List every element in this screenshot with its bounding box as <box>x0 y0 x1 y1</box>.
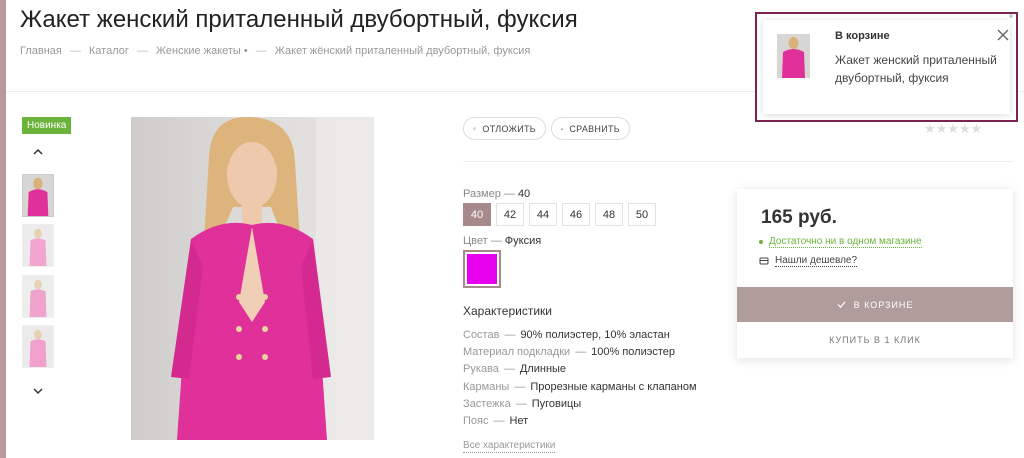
characteristic-name: Состав <box>463 329 500 341</box>
page-title: Жакет женский приталенный двубортный, фу… <box>20 6 578 33</box>
in-cart-button-label: В КОРЗИНЕ <box>853 299 914 310</box>
characteristic-value: 100% полиэстер <box>591 346 676 358</box>
stock-status[interactable]: Достаточно ни в одном магазине <box>759 236 922 248</box>
breadcrumb-item-home[interactable]: Главная <box>20 45 62 57</box>
breadcrumb-item-catalog[interactable]: Каталог <box>89 45 129 57</box>
characteristic-value: Прорезные карманы с клапаном <box>530 381 697 393</box>
bar-chart-icon <box>561 127 564 130</box>
color-swatch-fuchsia[interactable] <box>463 250 501 288</box>
size-option[interactable]: 48 <box>595 203 623 226</box>
found-cheaper-link[interactable]: Нашли дешевле? <box>759 255 858 267</box>
left-accent-stripe <box>0 0 6 458</box>
size-selected-value: 40 <box>517 188 531 200</box>
chevron-down-icon[interactable] <box>30 383 46 399</box>
in-cart-button[interactable]: В КОРЗИНЕ <box>737 287 1013 322</box>
color-label-line: Цвет — Фуксия <box>463 235 541 247</box>
color-label: Цвет <box>463 235 488 247</box>
breadcrumb-separator: — <box>255 45 267 57</box>
characteristic-value: Длинные <box>519 363 567 375</box>
characteristic-value: Нет <box>509 415 529 427</box>
stock-dot-icon <box>759 240 763 244</box>
cart-notification-text: Жакет женский приталенный двубортный, фу… <box>835 53 997 85</box>
characteristic-name: Карманы <box>463 381 510 393</box>
color-dash: — <box>490 235 502 247</box>
size-dash: — <box>503 188 515 200</box>
characteristic-name: Материал подкладки <box>463 346 571 358</box>
characteristic-row: Пояс — Нет <box>463 415 529 427</box>
buy-box: 165 руб. Достаточно ни в одном магазине … <box>737 189 1013 358</box>
compare-button-label: СРАВНИТЬ <box>569 123 620 134</box>
compare-button[interactable]: СРАВНИТЬ <box>551 117 630 140</box>
price-tag-icon <box>759 257 769 265</box>
cart-notification: В корзине Жакет женский приталенный двуб… <box>755 12 1018 122</box>
info-divider <box>463 161 1013 162</box>
characteristic-value: 90% полиэстер, 10% эластан <box>520 329 670 341</box>
size-option[interactable]: 40 <box>463 203 491 226</box>
characteristic-name: Застежка <box>463 398 511 410</box>
size-label-line: Размер — 40 <box>463 188 530 200</box>
stock-status-text: Достаточно ни в одном магазине <box>769 236 922 248</box>
characteristic-row: Материал подкладки —100% полиэстер <box>463 346 676 358</box>
gallery-thumbnail[interactable] <box>22 174 54 217</box>
size-option[interactable]: 42 <box>496 203 524 226</box>
cart-notification-title: В корзине <box>835 30 890 42</box>
color-swatch-fill <box>467 254 497 284</box>
cart-notification-body: В корзине Жакет женский приталенный двуб… <box>763 20 1010 114</box>
defer-button-label: ОТЛОЖИТЬ <box>482 123 536 134</box>
size-option[interactable]: 50 <box>628 203 656 226</box>
breadcrumb-item-current: Жакет жёнский приталенный двубортный, фу… <box>274 45 531 57</box>
main-product-photo[interactable] <box>131 117 374 440</box>
gallery-thumbnail[interactable] <box>22 224 54 267</box>
all-characteristics-link[interactable]: Все характеристики <box>463 440 556 453</box>
chevron-up-icon[interactable] <box>30 144 46 160</box>
color-selected-value: Фуксия <box>504 235 542 247</box>
found-cheaper-text: Нашли дешевле? <box>775 255 858 267</box>
buy-one-click-button[interactable]: КУПИТЬ В 1 КЛИК <box>737 326 1013 354</box>
breadcrumb-separator: — <box>136 45 148 57</box>
size-option[interactable]: 44 <box>529 203 557 226</box>
characteristic-name: Пояс <box>463 415 489 427</box>
gallery-thumbnail[interactable] <box>22 275 54 318</box>
size-options: 40 42 44 46 48 50 <box>463 203 656 226</box>
breadcrumb-separator: — <box>69 45 81 57</box>
gallery-thumbnail[interactable] <box>22 325 54 368</box>
defer-button[interactable]: ОТЛОЖИТЬ <box>463 117 546 140</box>
rating-stars[interactable]: ★★★★★ <box>924 121 982 137</box>
breadcrumb: Главная — Каталог — Женские жакеты • — Жакет ж… <box>20 45 530 57</box>
scroll-indicator <box>1009 14 1013 18</box>
characteristic-row: Карманы — Прорезные карманы с клапаном <box>463 381 697 393</box>
new-badge: Новинка <box>22 117 72 134</box>
size-option[interactable]: 46 <box>562 203 590 226</box>
characteristic-row: Застежка — Пуговицы <box>463 398 582 410</box>
characteristic-row: Состав —90% полиэстер, 10% эластан <box>463 329 670 341</box>
characteristics-title: Характеристики <box>463 304 552 318</box>
characteristic-row: Рукава — Длинные <box>463 363 567 375</box>
characteristic-value: Пуговицы <box>531 398 582 410</box>
characteristic-name: Рукава <box>463 363 499 375</box>
price: 165 руб. <box>761 207 837 228</box>
heart-icon <box>473 127 477 130</box>
breadcrumb-item-category[interactable]: Женские жакеты • <box>156 45 248 57</box>
close-icon[interactable] <box>996 28 1012 44</box>
cart-notification-thumbnail <box>777 34 810 78</box>
check-icon <box>837 301 846 309</box>
size-label: Размер <box>463 188 501 200</box>
